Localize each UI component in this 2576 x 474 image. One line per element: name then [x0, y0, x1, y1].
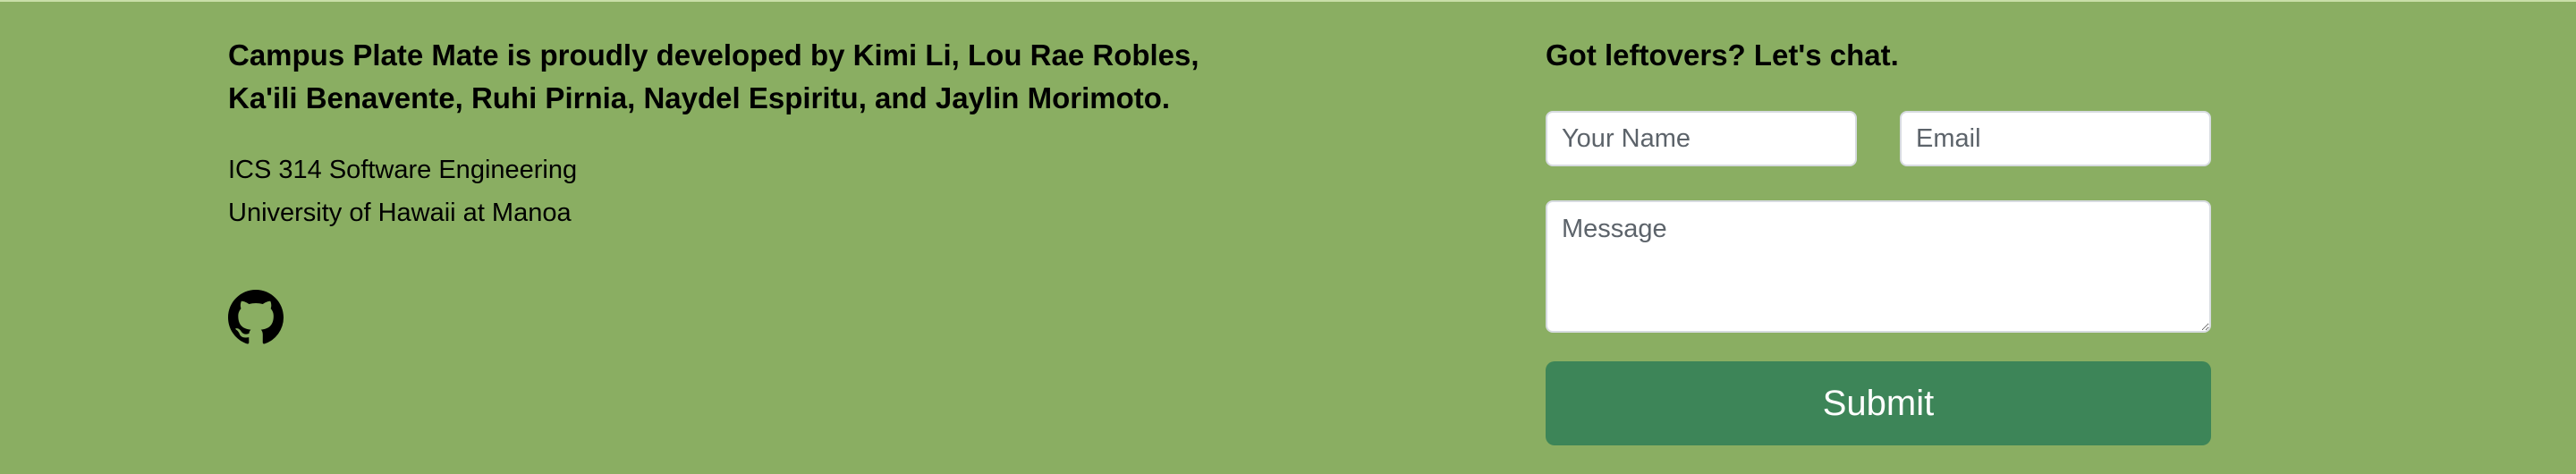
contact-title: Got leftovers? Let's chat. [1546, 38, 1899, 72]
name-input[interactable] [1546, 111, 1857, 166]
footer: Campus Plate Mate is proudly developed b… [0, 2, 2576, 474]
credits-line-2: Ka'ili Benavente, Ruhi Pirnia, Naydel Es… [228, 81, 1171, 114]
message-textarea[interactable] [1546, 200, 2211, 333]
github-icon [228, 290, 284, 345]
course-info: ICS 314 Software Engineering University … [228, 148, 1212, 234]
submit-button[interactable]: Submit [1546, 361, 2211, 445]
course-name: ICS 314 Software Engineering [228, 156, 578, 184]
developer-credits: Campus Plate Mate is proudly developed b… [228, 34, 1212, 120]
footer-info: Campus Plate Mate is proudly developed b… [228, 34, 1212, 344]
credits-line-1: Campus Plate Mate is proudly developed b… [228, 38, 1199, 72]
university-name: University of Hawaii at Manoa [228, 199, 572, 227]
contact-form: Got leftovers? Let's chat. Submit [1546, 34, 2211, 445]
github-link[interactable] [228, 290, 284, 345]
email-input[interactable] [1900, 111, 2211, 166]
